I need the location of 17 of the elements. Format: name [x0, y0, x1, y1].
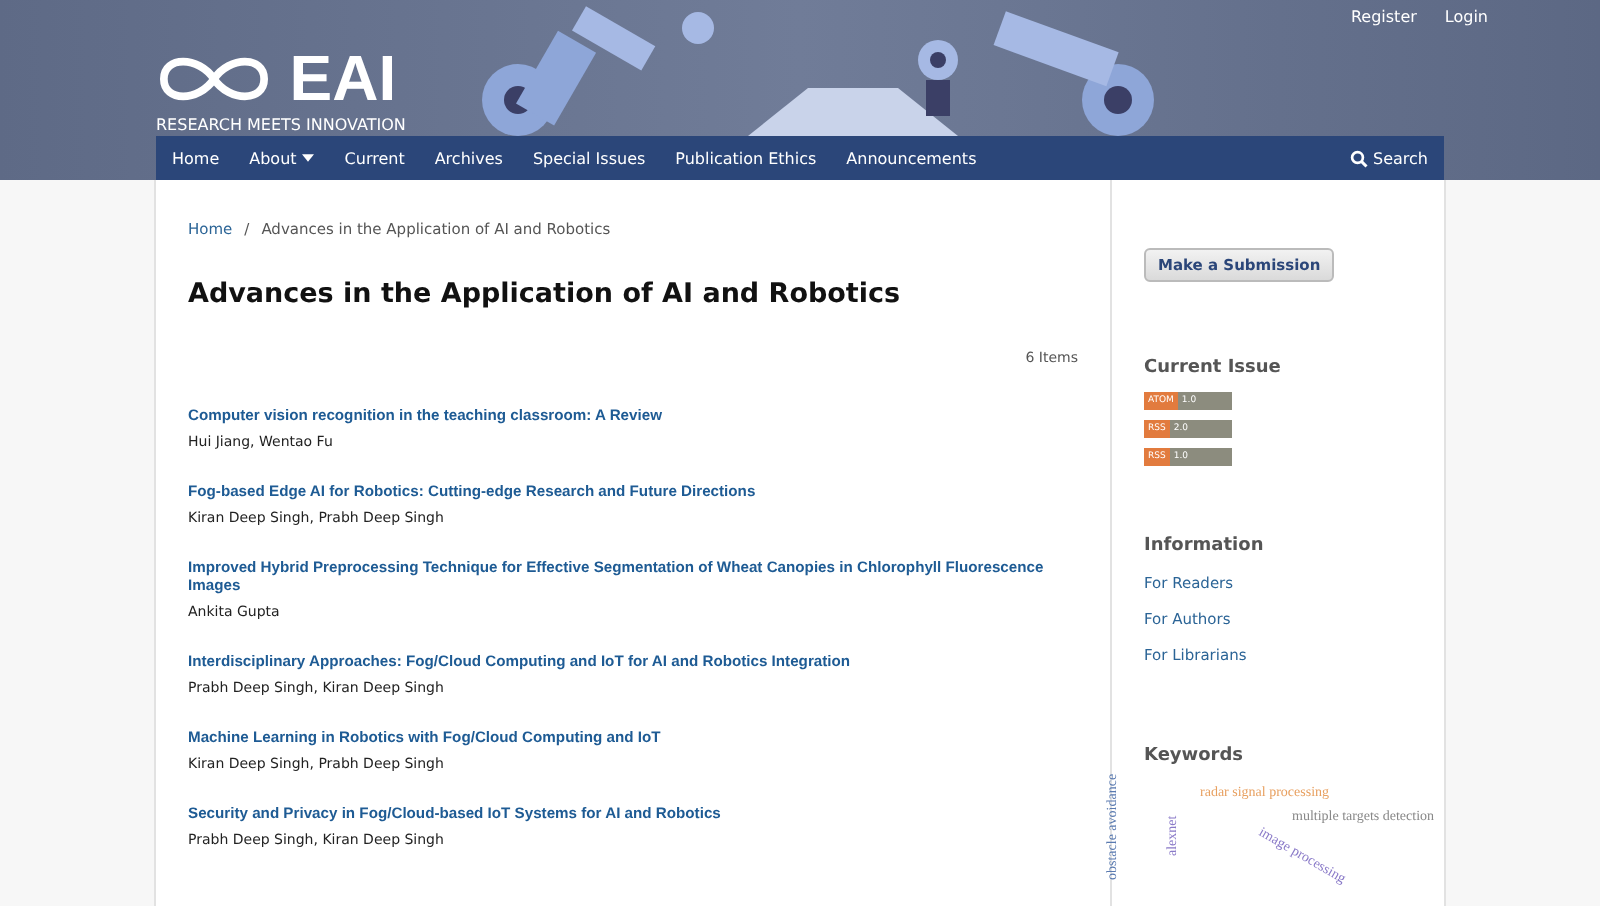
nav-link[interactable]: Home: [172, 149, 220, 167]
nav-link[interactable]: Publication Ethics: [675, 149, 817, 167]
sidebar-heading: Keywords: [1144, 746, 1244, 766]
logo-tagline: RESEARCH MEETS INNOVATION: [156, 116, 406, 134]
header-link[interactable]: Register: [1350, 8, 1417, 26]
logo-text: EAI: [289, 40, 399, 116]
header-link[interactable]: Login: [1444, 8, 1488, 26]
nav-link[interactable]: Announcements: [846, 149, 977, 167]
search-link[interactable]: Search: [1349, 149, 1428, 167]
nav-link[interactable]: Archives: [434, 149, 503, 167]
nav-link[interactable]: Special Issues: [532, 149, 646, 167]
nav-link[interactable]: About: [249, 149, 315, 167]
search-icon: [1349, 149, 1368, 167]
sidebar-heading: Information: [1144, 536, 1264, 556]
page-title: Advances in the Application of AI and Robotics: [188, 278, 903, 310]
nav-link[interactable]: Current: [344, 149, 405, 167]
sidebar-heading: Current Issue: [1144, 358, 1281, 378]
